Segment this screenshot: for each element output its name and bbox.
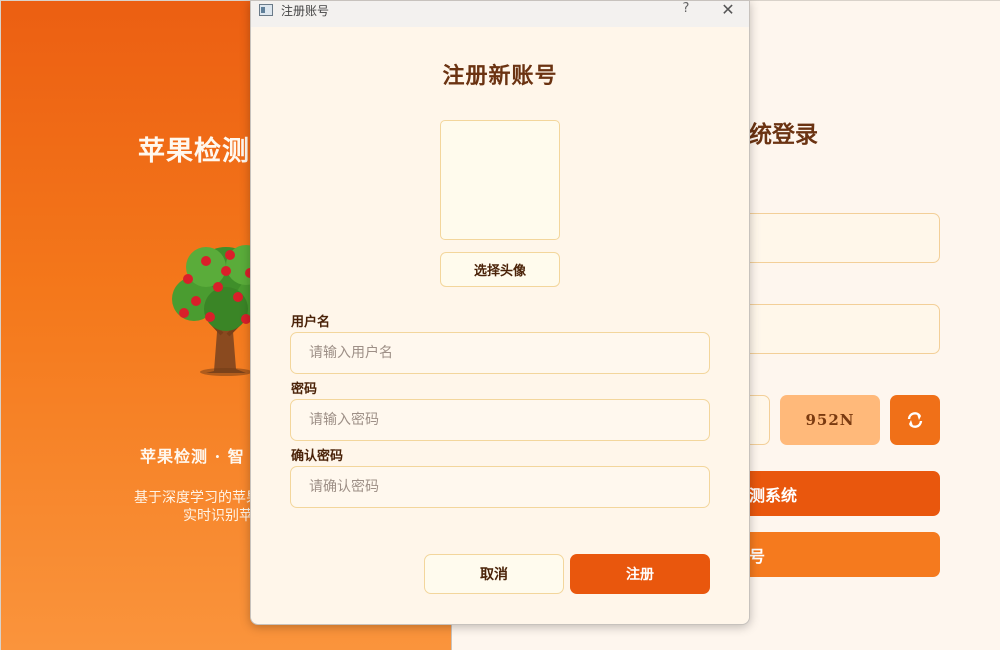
- confirm-password-input[interactable]: [290, 466, 710, 508]
- register-dialog: 注册账号 ? ✕ 注册新账号 选择头像 用户名 密码 确认密码 取消 注册: [250, 0, 750, 625]
- register-button[interactable]: 注册: [570, 554, 710, 594]
- description-line-1: 基于深度学习的苹果: [134, 490, 260, 506]
- username-label: 用户名: [291, 315, 331, 330]
- avatar-preview: [440, 120, 560, 240]
- refresh-icon: [907, 412, 923, 428]
- cancel-button[interactable]: 取消: [424, 554, 564, 594]
- window-icon: [259, 4, 273, 16]
- dialog-titlebar: 注册账号 ? ✕: [251, 1, 749, 27]
- close-icon: ✕: [721, 0, 735, 19]
- window-title: 注册账号: [281, 4, 330, 18]
- choose-avatar-button[interactable]: 选择头像: [440, 252, 560, 287]
- slogan: 苹果检测 · 智: [140, 447, 245, 466]
- dialog-body: 注册新账号 选择头像 用户名 密码 确认密码 取消 注册: [251, 27, 749, 624]
- username-input[interactable]: [290, 332, 710, 374]
- help-button[interactable]: ?: [678, 1, 694, 19]
- password-input[interactable]: [290, 399, 710, 441]
- dialog-heading: 注册新账号: [442, 63, 558, 89]
- login-title: 统登录: [749, 121, 818, 148]
- confirm-password-label: 确认密码: [291, 449, 344, 464]
- hero-title: 苹果检测: [138, 136, 250, 167]
- refresh-captcha-button[interactable]: [890, 395, 940, 445]
- close-button[interactable]: ✕: [719, 1, 737, 19]
- captcha-image[interactable]: 952N: [780, 395, 880, 445]
- password-label: 密码: [291, 382, 318, 397]
